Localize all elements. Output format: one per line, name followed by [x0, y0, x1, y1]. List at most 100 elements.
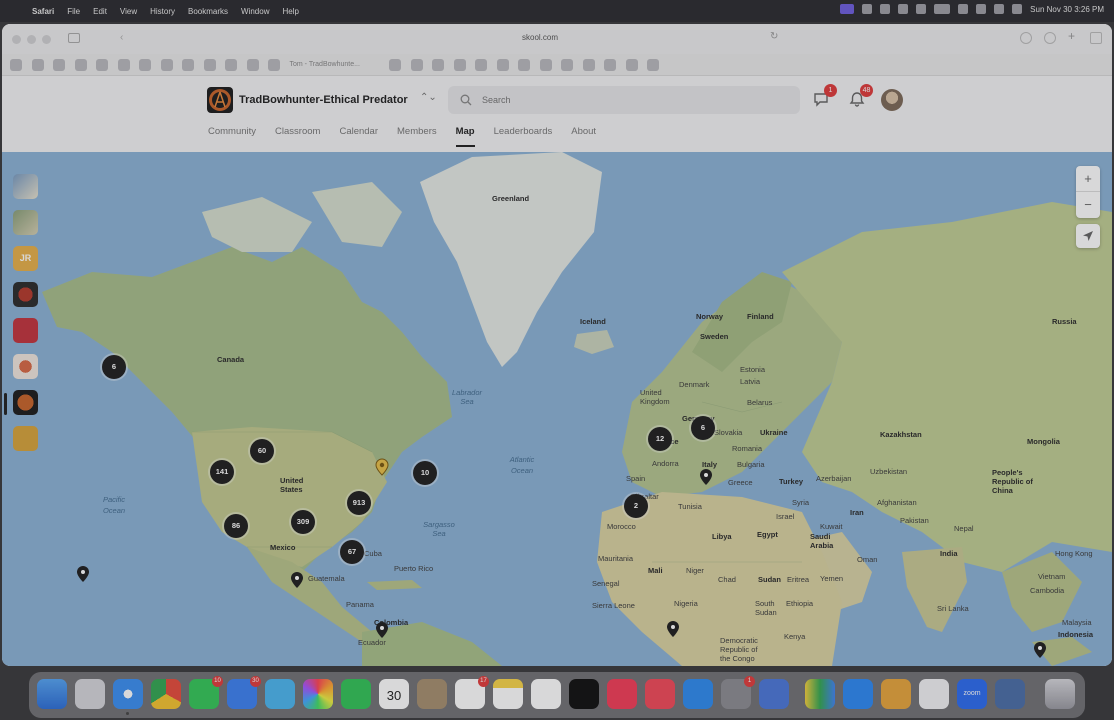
status-icon-3[interactable]: [898, 4, 909, 14]
user-avatar[interactable]: [881, 89, 903, 111]
zoom-in-button[interactable]: +: [1076, 166, 1100, 192]
member-cluster[interactable]: 913: [347, 491, 371, 515]
sidebar-toggle-icon[interactable]: [68, 33, 80, 43]
search-spotlight-icon[interactable]: [976, 4, 987, 14]
member-cluster[interactable]: 10: [413, 461, 437, 485]
member-cluster[interactable]: 309: [291, 510, 315, 534]
group-icon-6[interactable]: [13, 354, 38, 379]
tab-calendar[interactable]: Calendar: [339, 126, 378, 147]
favorite-site-icon[interactable]: [203, 58, 216, 71]
download-icon[interactable]: [1020, 32, 1032, 44]
quicktime-icon[interactable]: [843, 679, 873, 709]
favorite-site-icon[interactable]: [410, 58, 423, 71]
favorite-site-icon[interactable]: [582, 58, 595, 71]
group-icon-8[interactable]: [13, 426, 38, 451]
favorite-site-icon[interactable]: [139, 58, 151, 71]
music-icon[interactable]: [607, 679, 637, 709]
zoom-out-button[interactable]: −: [1076, 192, 1100, 218]
map-pin-icon[interactable]: [699, 468, 713, 486]
map-pin-icon[interactable]: [666, 620, 680, 638]
favorite-site-icon[interactable]: [160, 58, 173, 71]
member-cluster[interactable]: 141: [210, 460, 234, 484]
menu-window[interactable]: Window: [241, 7, 269, 16]
zoom-window-button[interactable]: [42, 34, 51, 44]
group-icon-4[interactable]: [13, 282, 38, 307]
favorite-site-icon[interactable]: [539, 58, 552, 71]
battery-icon[interactable]: [934, 4, 951, 14]
tab-leaderboards[interactable]: Leaderboards: [494, 126, 553, 147]
map-pin-icon[interactable]: [76, 565, 90, 583]
app-icon-database[interactable]: [995, 679, 1025, 709]
contacts-icon[interactable]: [417, 679, 447, 709]
status-icon-2[interactable]: [880, 4, 891, 14]
menu-view[interactable]: View: [120, 7, 137, 16]
apple-tv-icon[interactable]: [569, 679, 599, 709]
favorite-site-icon[interactable]: [389, 58, 401, 71]
group-icon-2[interactable]: [13, 210, 38, 235]
members-map[interactable]: Greenland Canada Iceland Norway Finland …: [2, 152, 1112, 666]
apple-icon[interactable]: [12, 5, 24, 17]
member-cluster[interactable]: 12: [648, 427, 672, 451]
app-icon-columns[interactable]: [805, 679, 835, 709]
search-bar[interactable]: [448, 86, 800, 114]
favorite-site-icon[interactable]: [432, 58, 444, 71]
app-icon-document[interactable]: [919, 679, 949, 709]
notification-bell-icon[interactable]: 48: [848, 84, 873, 108]
chrome-icon[interactable]: [151, 679, 181, 709]
group-icon-1[interactable]: [13, 174, 38, 199]
locate-me-button[interactable]: [1076, 224, 1100, 248]
favorite-site-icon[interactable]: [475, 58, 487, 71]
finder-icon[interactable]: [37, 679, 67, 709]
favorite-site-icon[interactable]: [625, 58, 638, 71]
favorite-site-icon[interactable]: [74, 58, 87, 71]
group-logo[interactable]: [207, 87, 233, 113]
tab-classroom[interactable]: Classroom: [275, 126, 320, 147]
chat-icon[interactable]: 1: [812, 84, 837, 108]
menu-app-safari[interactable]: Safari: [32, 7, 54, 16]
group-name[interactable]: TradBowhunter-Ethical Predator: [239, 94, 408, 106]
facetime-icon[interactable]: [341, 679, 371, 709]
system-settings-icon[interactable]: 1: [721, 676, 755, 709]
maps-icon[interactable]: [265, 679, 295, 709]
freeform-icon[interactable]: [531, 679, 561, 709]
control-center-icon[interactable]: [994, 4, 1005, 14]
group-icon-jr[interactable]: JR: [13, 246, 38, 271]
photos-icon[interactable]: [303, 679, 333, 709]
menu-history[interactable]: History: [150, 7, 175, 16]
tab-about[interactable]: About: [571, 126, 596, 147]
menu-file[interactable]: File: [67, 7, 80, 16]
mail-icon[interactable]: 30: [227, 676, 261, 709]
app-store-icon[interactable]: [683, 679, 713, 709]
favorite-site-icon[interactable]: [182, 58, 194, 71]
group-location-pin-icon[interactable]: [375, 458, 389, 476]
menu-help[interactable]: Help: [282, 7, 298, 16]
favorite-site-icon[interactable]: [10, 58, 22, 71]
safari-icon[interactable]: [113, 679, 143, 709]
clock[interactable]: Sun Nov 30 3:26 PM: [1030, 5, 1104, 14]
app-icon-headphones[interactable]: [881, 679, 911, 709]
minimize-window-button[interactable]: [27, 34, 36, 44]
messages-icon[interactable]: 10: [189, 676, 223, 709]
favorite-site-icon[interactable]: [647, 58, 659, 71]
map-pin-icon[interactable]: [375, 621, 389, 639]
close-window-button[interactable]: [12, 34, 21, 44]
favorite-site-icon[interactable]: [561, 58, 573, 71]
favorite-site-icon[interactable]: [53, 58, 65, 71]
favorite-site-icon[interactable]: [604, 58, 616, 71]
status-icon-4[interactable]: [916, 4, 927, 14]
tab-map[interactable]: Map: [455, 126, 475, 147]
share-icon[interactable]: [1044, 32, 1056, 44]
member-cluster[interactable]: 2: [624, 494, 648, 518]
favorite-site-icon[interactable]: [453, 58, 466, 71]
wifi-icon[interactable]: [958, 4, 969, 14]
calendar-icon[interactable]: 30: [379, 679, 409, 709]
favorite-site-icon[interactable]: [496, 58, 509, 71]
menu-edit[interactable]: Edit: [93, 7, 107, 16]
reload-icon[interactable]: ↻: [770, 31, 778, 42]
group-icon-5[interactable]: [13, 318, 38, 343]
menu-bookmarks[interactable]: Bookmarks: [188, 7, 228, 16]
member-cluster[interactable]: 6: [102, 355, 126, 379]
favorite-site-icon[interactable]: [31, 58, 44, 71]
search-input[interactable]: [482, 93, 782, 107]
tab-members[interactable]: Members: [397, 126, 437, 147]
